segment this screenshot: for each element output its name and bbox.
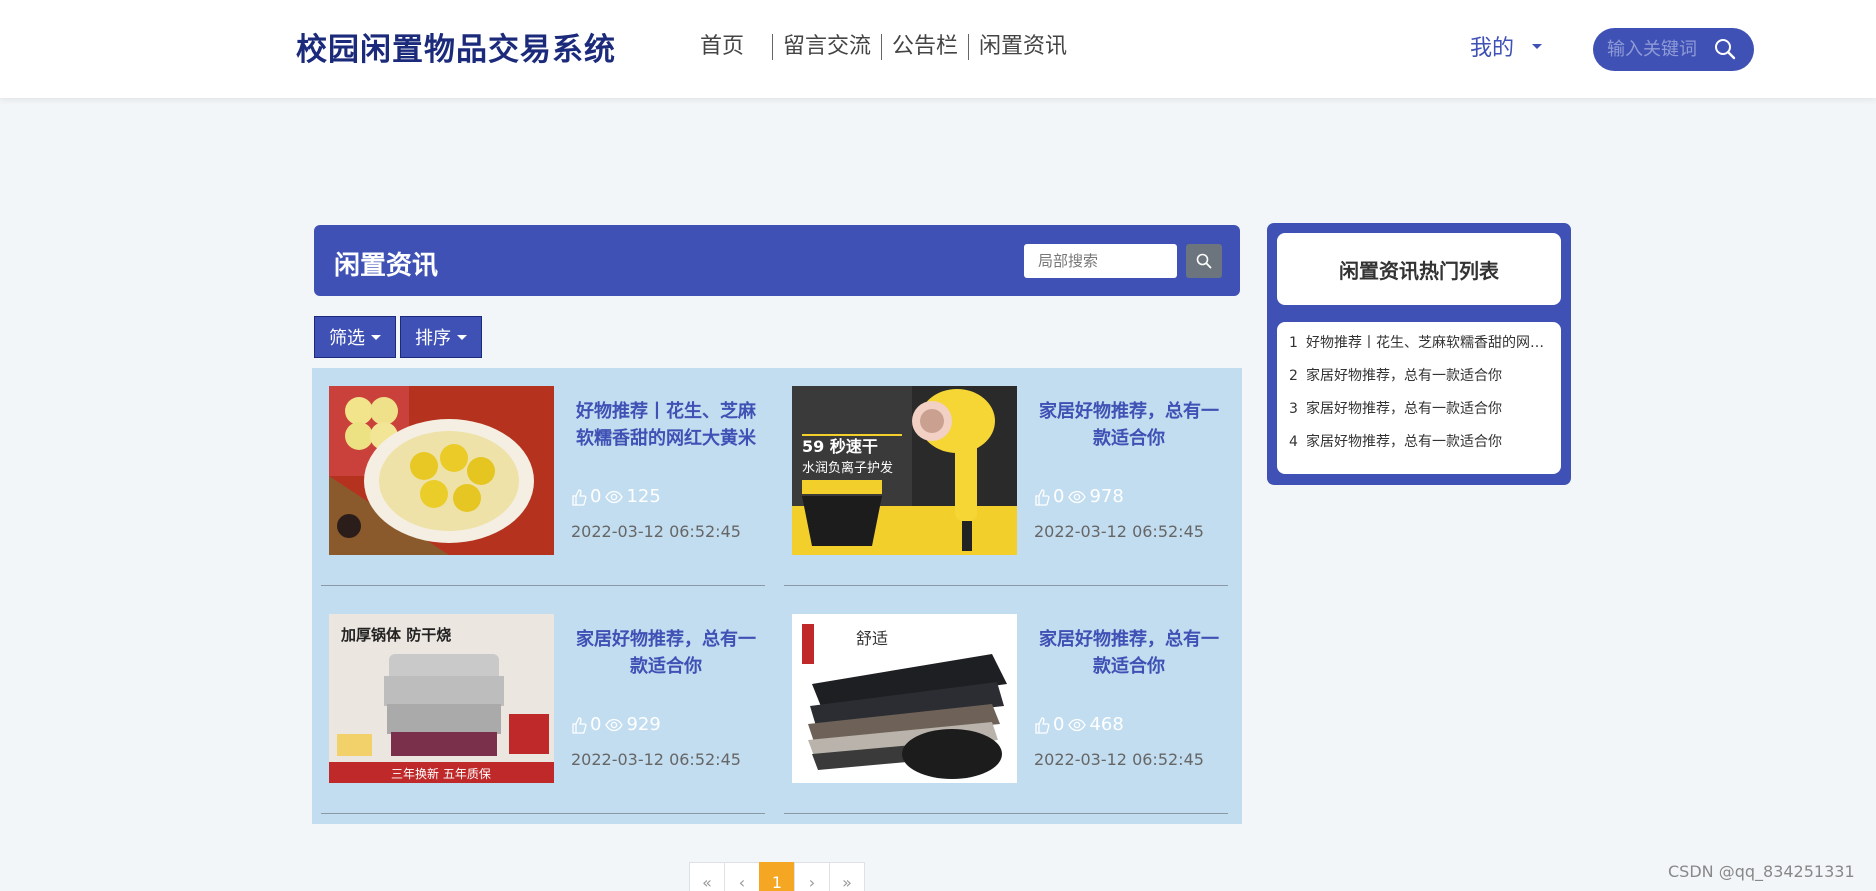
hot-item-rank: 1 [1289,335,1298,351]
page-1-button[interactable]: 1 [759,862,795,891]
svg-text:59 秒速干: 59 秒速干 [802,437,878,456]
last-page-button[interactable]: » [829,862,865,891]
steamer-pot-photo[interactable]: 加厚锅体 防干烧 三年换新 五年质保 [329,614,554,783]
like-count: 0 [590,714,602,735]
search-icon [1196,253,1212,269]
hot-list-panel: 闲置资讯热门列表 1 好物推荐丨花生、芝麻软糯香甜的网红大黄米汤圆 2 家居好物推荐… [1267,223,1571,485]
hot-list: 1好物推荐丨花生、芝麻软糯香甜的网红大黄米汤圆 2家居好物推荐，总有一款适合你 … [1277,322,1561,474]
first-page-button[interactable]: « [689,862,725,891]
local-search-input[interactable] [1024,244,1177,278]
card-stats: 0 468 [1034,714,1128,735]
view-count: 125 [626,486,661,507]
svg-text:水润负离子护发: 水润负离子护发 [802,460,893,476]
eye-icon [605,718,624,731]
top-navbar: 校园闲置物品交易系统 首页 留言交流 公告栏 闲置资讯 我的 [0,0,1876,98]
news-panel-header: 闲置资讯 [314,225,1240,296]
caret-down-icon [371,334,381,340]
view-count: 978 [1089,486,1124,507]
view-count: 468 [1089,714,1124,735]
hot-item-rank: 3 [1289,401,1298,417]
eye-icon [1068,718,1087,731]
nav-item-messages[interactable]: 留言交流 [773,32,881,62]
svg-text:舒适: 舒适 [856,629,888,648]
view-count: 929 [626,714,661,735]
news-card[interactable]: 舒适 家居好物推荐，总有一款适合你 0 468 2022-03-12 06:52… [784,596,1228,816]
search-icon[interactable] [1714,38,1736,64]
card-date: 2022-03-12 06:52:45 [571,522,741,541]
thumbs-up-icon[interactable] [1034,716,1050,734]
nav-item-news[interactable]: 闲置资讯 [969,32,1077,62]
svg-text:加厚锅体 防干烧: 加厚锅体 防干烧 [340,626,451,644]
hot-item-text: 家居好物推荐，总有一款适合你 [1306,401,1502,417]
caret-down-icon [457,334,467,340]
card-date: 2022-03-12 06:52:45 [571,750,741,769]
tangyuan-photo[interactable] [329,386,554,555]
filter-label: 筛选 [329,328,365,349]
like-count: 0 [1053,714,1065,735]
card-divider [321,813,765,814]
local-search-button[interactable] [1186,244,1222,278]
thumbs-up-icon[interactable] [1034,488,1050,506]
card-title[interactable]: 家居好物推荐，总有一款适合你 [1034,626,1224,680]
news-card[interactable]: 加厚锅体 防干烧 三年换新 五年质保 家居好物推荐，总有一款适合你 0 929 … [321,596,765,816]
hot-item-text: 家居好物推荐，总有一款适合你 [1306,434,1502,450]
card-date: 2022-03-12 06:52:45 [1034,750,1204,769]
news-grid: 好物推荐丨花生、芝麻软糯香甜的网红大黄米汤圆 0 125 2022-03-12 … [312,368,1242,824]
nav-item-home[interactable]: 首页 [690,32,772,62]
thumbs-up-icon[interactable] [571,488,587,506]
news-card[interactable]: 好物推荐丨花生、芝麻软糯香甜的网红大黄米汤圆 0 125 2022-03-12 … [321,368,765,588]
hot-list-title: 闲置资讯热门列表 [1277,233,1561,305]
hot-list-item[interactable]: 3 家居好物推荐，总有一款适合你 [1289,398,1549,431]
main-nav: 首页 留言交流 公告栏 闲置资讯 [690,32,1077,62]
card-stats: 0 125 [571,486,665,507]
caret-down-icon [1532,43,1543,49]
top-search-box [1593,28,1754,71]
card-divider [784,585,1228,586]
card-title[interactable]: 好物推荐丨花生、芝麻软糯香甜的网红大黄米汤圆 [571,398,761,452]
card-stats: 0 929 [571,714,665,735]
nav-item-notices[interactable]: 公告栏 [882,32,968,62]
card-title[interactable]: 家居好物推荐，总有一款适合你 [571,626,761,680]
user-menu-label: 我的 [1470,36,1515,61]
card-title[interactable]: 家居好物推荐，总有一款适合你 [1034,398,1224,452]
card-divider [321,585,765,586]
site-brand[interactable]: 校园闲置物品交易系统 [296,24,616,69]
eye-icon [1068,490,1087,503]
page-title: 闲置资讯 [334,251,439,281]
top-search-input[interactable] [1607,39,1717,60]
socks-photo[interactable]: 舒适 [792,614,1017,783]
svg-text:三年换新 五年质保: 三年换新 五年质保 [391,766,491,781]
hot-list-item[interactable]: 4 家居好物推荐，总有一款适合你 [1289,431,1549,464]
hair-dryer-photo[interactable]: 59 秒速干 水润负离子护发 [792,386,1017,555]
user-menu-toggle[interactable]: 我的 [1470,30,1543,62]
like-count: 0 [590,486,602,507]
pagination: « ‹ 1 › » [689,862,865,891]
sort-label: 排序 [415,328,451,349]
hot-item-text: 家居好物推荐，总有一款适合你 [1306,368,1502,384]
sort-dropdown[interactable]: 排序 [400,316,482,358]
news-card[interactable]: 59 秒速干 水润负离子护发 家居好物推荐，总有一款适合你 0 978 2022… [784,368,1228,588]
hot-item-rank: 2 [1289,368,1298,384]
card-date: 2022-03-12 06:52:45 [1034,522,1204,541]
hot-list-item[interactable]: 2 家居好物推荐，总有一款适合你 [1289,365,1549,398]
hot-list-item[interactable]: 1 好物推荐丨花生、芝麻软糯香甜的网红大黄米汤圆 [1289,332,1549,365]
card-stats: 0 978 [1034,486,1128,507]
hot-item-text: 好物推荐丨花生、芝麻软糯香甜的网红大黄米汤圆 [1306,335,1549,351]
like-count: 0 [1053,486,1065,507]
hot-item-rank: 4 [1289,434,1298,450]
thumbs-up-icon[interactable] [571,716,587,734]
card-divider [784,813,1228,814]
next-page-button[interactable]: › [794,862,830,891]
prev-page-button[interactable]: ‹ [724,862,760,891]
filter-dropdown[interactable]: 筛选 [314,316,396,358]
eye-icon [605,490,624,503]
watermark: CSDN @qq_834251331 [1668,862,1855,881]
